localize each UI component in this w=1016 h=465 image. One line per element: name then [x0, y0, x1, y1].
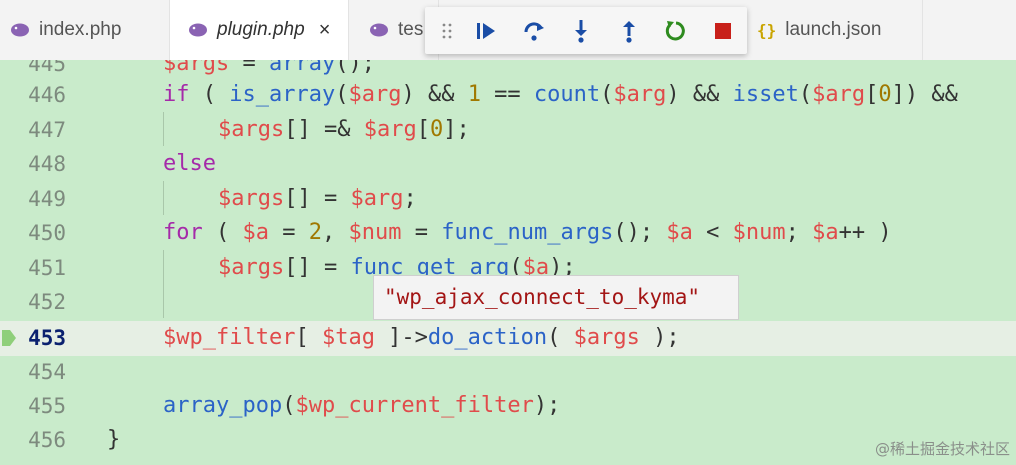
debug-toolbar — [425, 7, 747, 54]
line-number: 455 — [28, 394, 66, 418]
code-line: 447 $args[] =& $arg[0]; — [0, 113, 1016, 148]
line-code: else — [163, 151, 216, 176]
continue-icon[interactable] — [463, 7, 510, 54]
php-elephant-icon — [369, 20, 389, 40]
tab-label: launch.json — [785, 19, 882, 40]
line-number: 449 — [28, 187, 66, 211]
drag-handle-icon[interactable] — [435, 7, 459, 54]
close-icon[interactable]: × — [319, 19, 331, 42]
hover-value-tooltip: "wp_ajax_connect_to_kyma" — [373, 275, 739, 320]
line-number: 450 — [28, 221, 66, 245]
code-line: 456 } — [0, 423, 1016, 458]
tab-label: plugin.php — [217, 19, 305, 40]
step-into-icon[interactable] — [557, 7, 604, 54]
tab-label: index.php — [39, 19, 122, 40]
current-line: 453 $wp_filter[ $tag ]->do_action( $args… — [0, 321, 1016, 356]
line-number: 452 — [28, 290, 66, 314]
json-braces-icon: {} — [757, 20, 777, 40]
code-line: 455 array_pop($wp_current_filter); — [0, 389, 1016, 424]
line-code: $args[] =& $arg[0]; — [218, 117, 470, 142]
tab-launch-json[interactable]: {} launch.json — [747, 0, 923, 60]
line-number: 447 — [28, 118, 66, 142]
step-out-icon[interactable] — [605, 7, 652, 54]
line-code: for ( $a = 2, $num = func_num_args(); $a… — [163, 220, 892, 245]
line-number: 446 — [28, 83, 66, 107]
tab-index-php[interactable]: index.php — [0, 0, 170, 60]
line-code: if ( is_array($arg) && 1 == count($arg) … — [163, 82, 958, 107]
line-number: 454 — [28, 360, 66, 384]
line-number: 448 — [28, 152, 66, 176]
line-code: $args[] = $arg; — [218, 186, 417, 211]
code-line: 448 else — [0, 147, 1016, 182]
code-line: 450 for ( $a = 2, $num = func_num_args()… — [0, 216, 1016, 251]
code-line: 446 if ( is_array($arg) && 1 == count($a… — [0, 78, 1016, 113]
execution-pointer-icon[interactable] — [2, 330, 16, 346]
step-over-icon[interactable] — [510, 7, 557, 54]
code-line: 449 $args[] = $arg; — [0, 182, 1016, 217]
code-line: 454 — [0, 355, 1016, 390]
watermark: @稀土掘金技术社区 — [874, 440, 1010, 458]
restart-icon[interactable] — [652, 7, 699, 54]
php-elephant-icon — [10, 20, 30, 40]
php-elephant-icon — [188, 20, 208, 40]
tab-plugin-php[interactable]: plugin.php × — [170, 0, 349, 60]
line-code: array_pop($wp_current_filter); — [163, 393, 561, 418]
stop-icon[interactable] — [700, 7, 747, 54]
tab-label: tes — [398, 19, 424, 40]
line-number: 456 — [28, 428, 66, 452]
line-code: } — [107, 427, 121, 452]
line-number: 451 — [28, 256, 66, 280]
code-editor[interactable]: 445 $args = array(); 446 if ( is_array($… — [0, 60, 1016, 465]
line-code: $wp_filter[ $tag ]->do_action( $args ); — [163, 325, 680, 350]
